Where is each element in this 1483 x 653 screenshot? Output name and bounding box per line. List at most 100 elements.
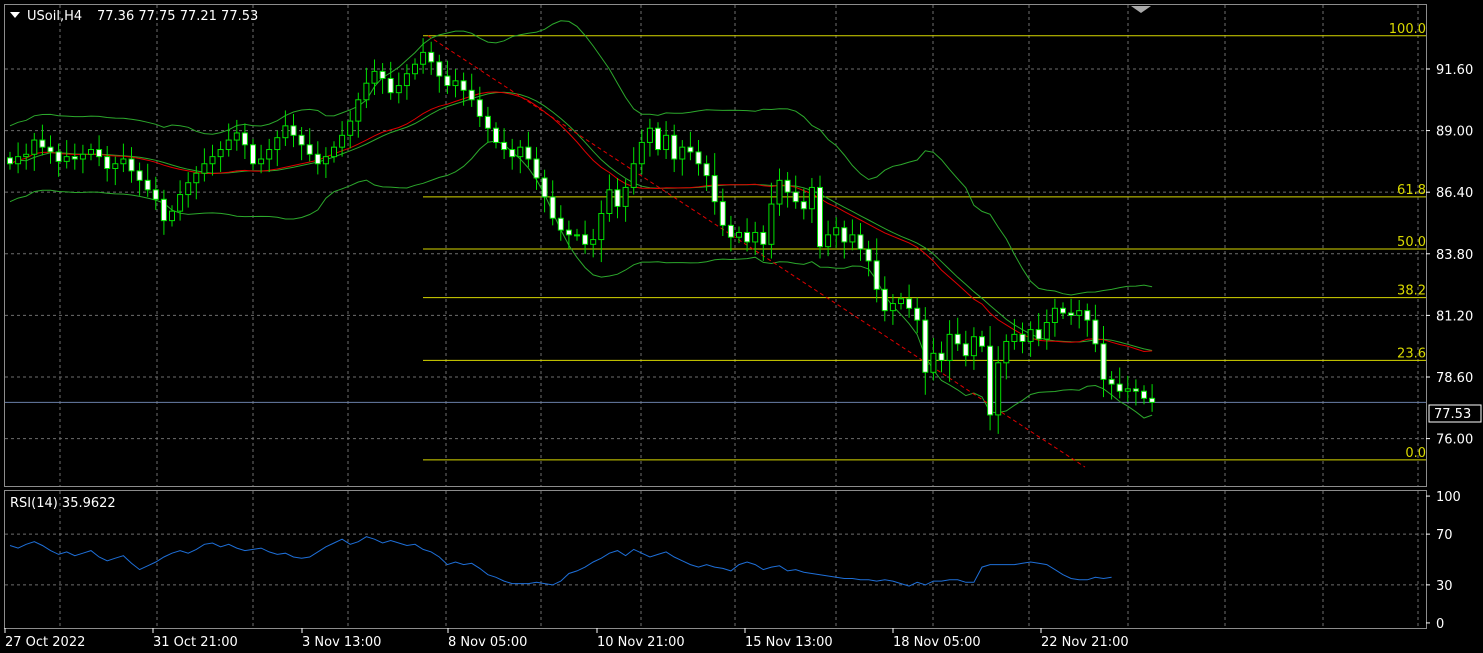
candle — [96, 135, 103, 167]
candle-body — [331, 146, 337, 158]
candle-body — [825, 234, 832, 248]
candle — [1141, 385, 1147, 405]
candle — [541, 169, 548, 213]
candle — [898, 292, 904, 310]
candle — [598, 200, 605, 263]
x-tick-label: 27 Oct 2022 — [5, 635, 85, 650]
rsi-tick-label: 70 — [1436, 528, 1453, 543]
candle-body — [857, 234, 864, 250]
candle-body — [962, 343, 969, 357]
candle-body — [290, 125, 297, 136]
candle — [817, 175, 823, 259]
candle — [1108, 371, 1115, 400]
candle-body — [663, 134, 670, 151]
candle — [962, 330, 969, 367]
candle-body — [914, 307, 921, 321]
candle-body — [1011, 333, 1018, 342]
candle — [55, 143, 62, 177]
candle — [484, 106, 491, 143]
candle — [914, 297, 921, 334]
candle-body — [1051, 307, 1058, 324]
candle-body — [744, 231, 751, 243]
candle — [290, 113, 297, 148]
candle — [687, 131, 694, 161]
candle-body — [233, 132, 240, 141]
candle-body — [841, 227, 848, 243]
symbol-dropdown-icon[interactable] — [10, 12, 20, 18]
candle — [565, 220, 572, 250]
candle-body — [120, 158, 127, 165]
candle-body — [598, 213, 605, 241]
candle — [906, 284, 913, 318]
candle-body — [1132, 388, 1139, 392]
candle — [1027, 321, 1034, 357]
candle-body — [1100, 343, 1107, 380]
candle-body — [79, 153, 86, 160]
candle — [849, 219, 856, 251]
candle-body — [954, 333, 961, 345]
candle — [79, 144, 86, 174]
fib-level-label: 100.0 — [1389, 22, 1426, 37]
candle — [387, 61, 394, 100]
candle — [970, 327, 977, 370]
candle-body — [987, 345, 994, 416]
candle-body — [549, 196, 556, 219]
candle — [808, 177, 815, 223]
candle-body — [565, 229, 572, 236]
candle — [104, 145, 111, 182]
candle — [695, 140, 702, 176]
candle — [23, 143, 30, 170]
candle — [663, 121, 670, 160]
candle — [282, 110, 289, 146]
candle-body — [995, 362, 1002, 416]
rsi-line — [9, 536, 1112, 587]
candle-body — [1027, 329, 1034, 342]
candle-body — [655, 127, 661, 151]
candle-body — [1124, 388, 1131, 392]
rsi-tick-label: 30 — [1436, 579, 1453, 594]
candle-body — [363, 82, 370, 101]
candle-body — [395, 85, 402, 94]
candle-body — [979, 336, 985, 347]
candle-body — [314, 153, 321, 165]
chart-shift-marker-icon[interactable] — [1131, 6, 1151, 13]
candle — [112, 156, 119, 186]
candle-body — [889, 303, 896, 312]
candle-body — [169, 210, 175, 222]
candle — [436, 54, 443, 93]
x-tick-label: 10 Nov 21:00 — [597, 635, 685, 650]
candle-body — [460, 80, 467, 91]
candle-body — [436, 61, 443, 77]
candle-body — [509, 149, 516, 158]
candle — [420, 38, 427, 74]
y-tick-label: 86.40 — [1436, 186, 1473, 201]
candle-body — [185, 182, 192, 196]
candle-body — [420, 51, 427, 65]
candle-body — [719, 201, 726, 226]
candle — [841, 220, 848, 259]
y-tick-label: 81.20 — [1436, 309, 1473, 324]
candle — [833, 217, 840, 248]
candle-body — [768, 203, 775, 245]
candle — [298, 127, 305, 161]
candle — [711, 153, 718, 215]
candle-body — [1068, 312, 1075, 316]
candle-body — [274, 137, 281, 151]
candle-body — [1060, 307, 1066, 314]
candle-body — [687, 146, 694, 153]
current-price-label: 77.53 — [1434, 407, 1471, 422]
candle-body — [873, 260, 880, 290]
candle-body — [96, 149, 103, 158]
candle — [1132, 379, 1139, 406]
x-tick-label: 31 Oct 21:00 — [153, 635, 238, 650]
candle — [1084, 303, 1091, 337]
candle-body — [946, 333, 953, 361]
candle-body — [160, 198, 167, 222]
candle — [549, 180, 556, 226]
candle-body — [1116, 383, 1123, 392]
candle — [638, 129, 645, 175]
candle-body — [63, 156, 70, 162]
candle-body — [31, 139, 38, 155]
candle-body — [209, 156, 216, 165]
candle-body — [614, 189, 621, 207]
